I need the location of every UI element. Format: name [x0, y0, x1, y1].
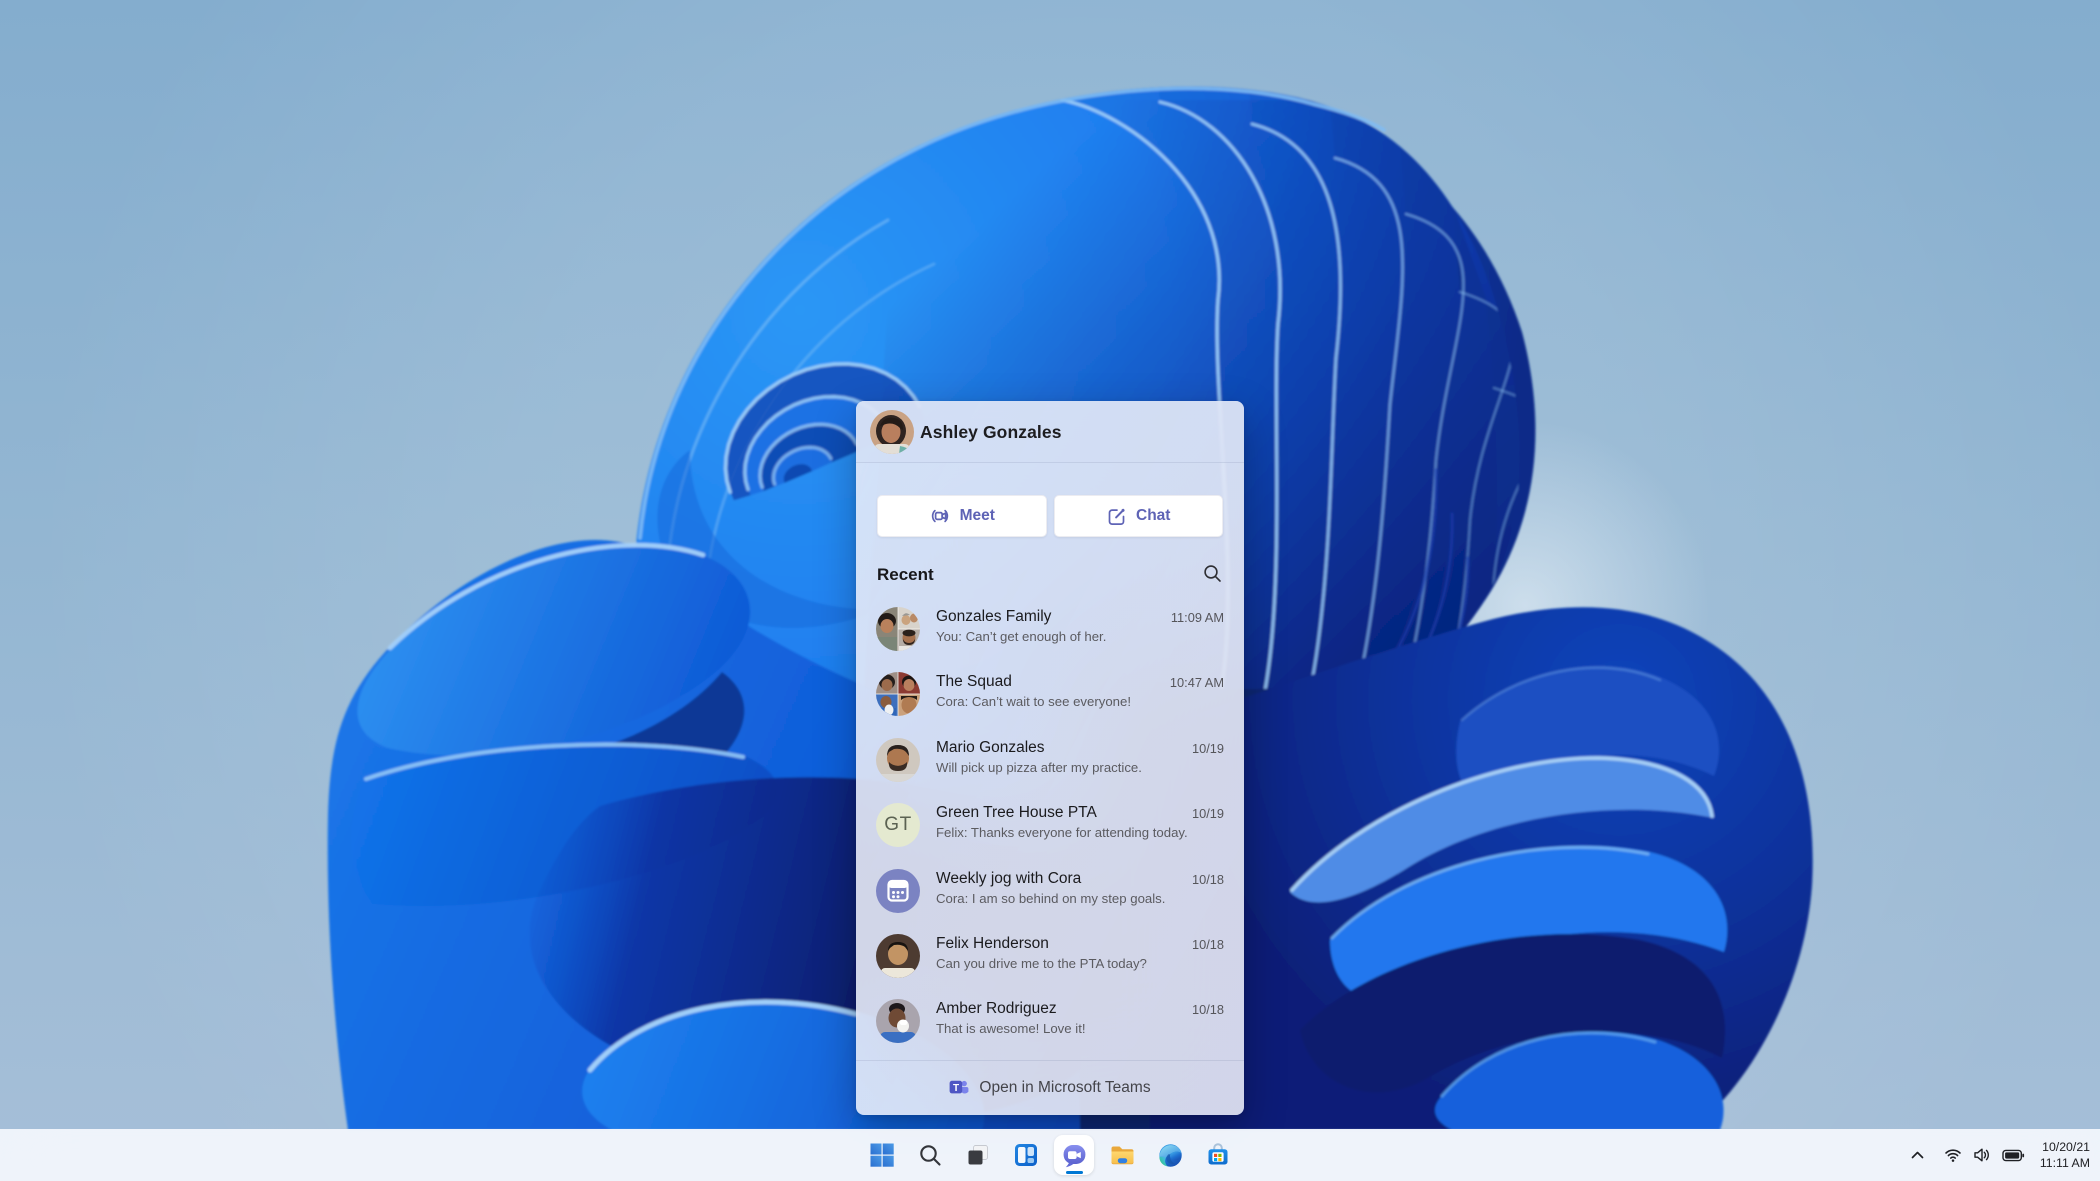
svg-text:T: T — [953, 1083, 959, 1094]
